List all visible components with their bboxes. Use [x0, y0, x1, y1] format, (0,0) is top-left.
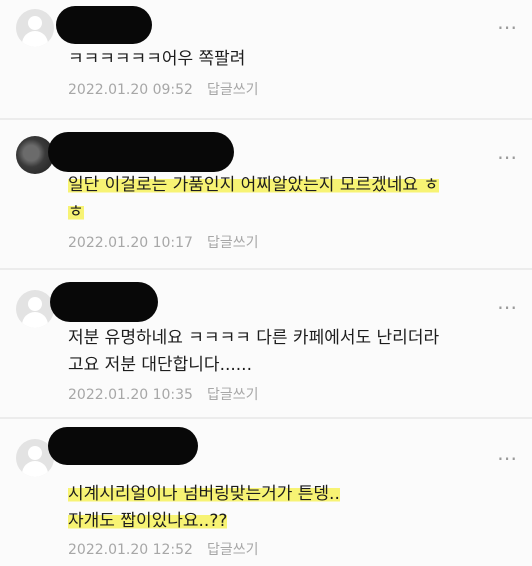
redacted-nickname	[48, 427, 198, 465]
highlighted-text: ㅎ	[68, 202, 84, 222]
comment-item: ⋯ 시계시리얼이나 넘버링맞는거가 튼뎅.. 자개도 짭이있나요..?? 202…	[0, 419, 532, 566]
comment-text: 일단 이걸로는 가품인지 어찌알았는지 모르겠네요 ㅎ ㅎ	[68, 172, 508, 226]
comment-line: 시계시리얼이나 넘버링맞는거가 튼뎅..	[68, 481, 508, 508]
comment-timestamp: 2022.01.20 09:52	[68, 82, 193, 98]
comment-timestamp: 2022.01.20 10:35	[68, 387, 193, 403]
avatar-body	[22, 31, 48, 47]
comment-text: 시계시리얼이나 넘버링맞는거가 튼뎅.. 자개도 짭이있나요..??	[68, 481, 508, 535]
comment-timestamp: 2022.01.20 12:52	[68, 542, 193, 558]
redacted-nickname	[48, 132, 234, 172]
comment-line: 저분 유명하네요 ㅋㅋㅋㅋ 다른 카페에서도 난리더라	[68, 328, 440, 348]
avatar-head	[28, 297, 42, 311]
comment-item: ⋯ 저분 유명하네요 ㅋㅋㅋㅋ 다른 카페에서도 난리더라 고요 저분 대단합니…	[0, 270, 532, 420]
comment-text: 저분 유명하네요 ㅋㅋㅋㅋ 다른 카페에서도 난리더라 고요 저분 대단합니다.…	[68, 325, 508, 379]
highlighted-text: 시계시리얼이나 넘버링맞는거가 튼뎅..	[68, 484, 340, 504]
more-options-icon[interactable]: ⋯	[497, 147, 518, 167]
highlighted-text: 자개도 짭이있나요..??	[68, 511, 228, 531]
comment-meta: 2022.01.20 10:35 답글쓰기	[68, 384, 259, 404]
avatar-body	[22, 461, 48, 477]
reply-link[interactable]: 답글쓰기	[207, 235, 259, 251]
avatar-head	[28, 16, 42, 30]
comment-meta: 2022.01.20 09:52 답글쓰기	[68, 79, 259, 99]
redacted-nickname	[50, 282, 158, 322]
highlighted-text: 일단 이걸로는 가품인지 어찌알았는지 모르겠네요 ㅎ	[68, 175, 440, 195]
more-options-icon[interactable]: ⋯	[497, 17, 518, 37]
redacted-nickname	[56, 6, 152, 44]
comment-meta: 2022.01.20 12:52 답글쓰기	[68, 539, 259, 559]
comment-meta: 2022.01.20 10:17 답글쓰기	[68, 232, 259, 252]
comment-line: ㅋㅋㅋㅋㅋㅋ어우 쪽팔려	[68, 49, 246, 69]
avatar[interactable]	[16, 290, 54, 328]
reply-link[interactable]: 답글쓰기	[207, 542, 259, 558]
comment-text: ㅋㅋㅋㅋㅋㅋ어우 쪽팔려	[68, 46, 508, 73]
reply-link[interactable]: 답글쓰기	[207, 82, 259, 98]
comment-line: 자개도 짭이있나요..??	[68, 508, 508, 535]
more-options-icon[interactable]: ⋯	[497, 448, 518, 468]
comment-line: ㅎ	[68, 199, 508, 226]
reply-link[interactable]: 답글쓰기	[207, 387, 259, 403]
comment-line: 일단 이걸로는 가품인지 어찌알았는지 모르겠네요 ㅎ	[68, 172, 508, 199]
avatar[interactable]	[16, 9, 54, 47]
comment-timestamp: 2022.01.20 10:17	[68, 235, 193, 251]
more-options-icon[interactable]: ⋯	[497, 297, 518, 317]
avatar-body	[22, 312, 48, 328]
comment-item: ⋯ ㅋㅋㅋㅋㅋㅋ어우 쪽팔려 2022.01.20 09:52 답글쓰기	[0, 0, 532, 120]
comment-item: ⋯ 일단 이걸로는 가품인지 어찌알았는지 모르겠네요 ㅎ ㅎ 2022.01.…	[0, 120, 532, 270]
comment-line: 고요 저분 대단합니다......	[68, 355, 252, 375]
avatar-head	[28, 446, 42, 460]
